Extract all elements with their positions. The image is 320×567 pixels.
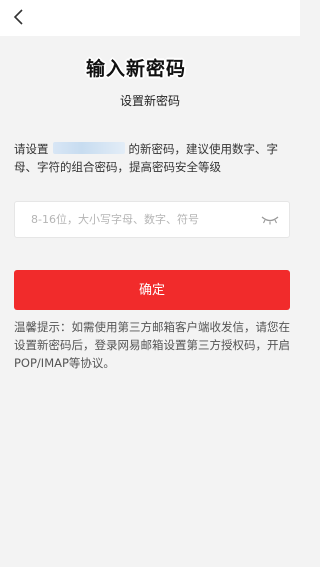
new-password-field[interactable] bbox=[14, 201, 290, 238]
back-button[interactable] bbox=[6, 4, 32, 30]
confirm-button[interactable]: 确定 bbox=[14, 270, 290, 310]
description-prefix: 请设置 bbox=[14, 142, 49, 156]
overlay-caption: 输入新密码 bbox=[85, 58, 186, 80]
password-description: 请设置 的新密码，建议使用数字、字母、字符的组合密码，提高密码安全等级 bbox=[14, 140, 290, 176]
page-title: 设置新密码 bbox=[119, 94, 180, 108]
masked-account bbox=[52, 142, 125, 154]
eye-closed-icon[interactable] bbox=[261, 214, 279, 226]
chevron-left-icon bbox=[13, 9, 23, 25]
new-password-input[interactable] bbox=[31, 202, 251, 237]
tip-text: 温馨提示：如需使用第三方邮箱客户端收发信，请您在设置新密码后，登录网易邮箱设置第… bbox=[14, 320, 290, 370]
top-bar bbox=[0, 0, 300, 36]
